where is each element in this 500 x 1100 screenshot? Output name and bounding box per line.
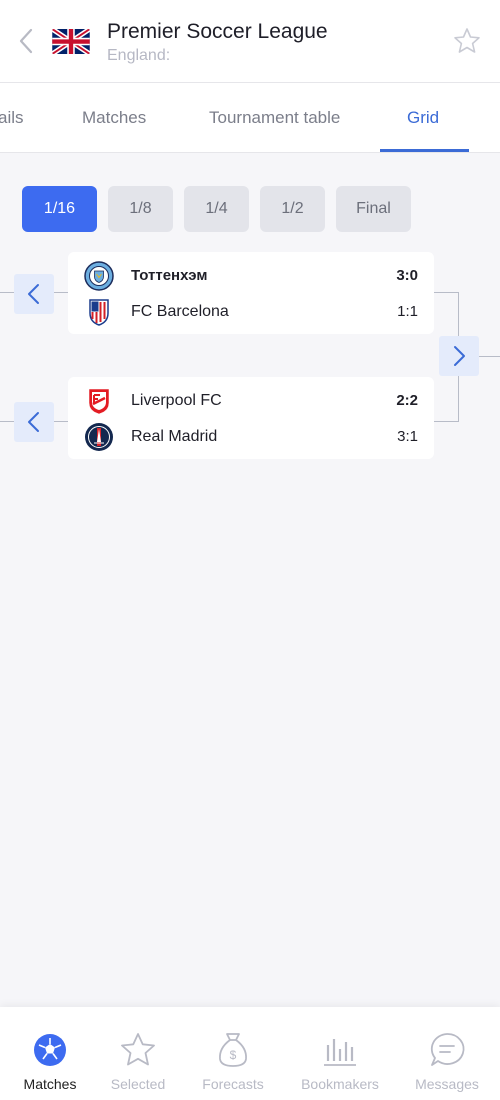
team-score: 3:0 — [396, 267, 418, 284]
bracket-line — [0, 421, 14, 422]
psg-logo-icon — [85, 423, 113, 451]
manchester-city-logo-icon — [84, 261, 114, 291]
svg-text:$: $ — [230, 1048, 237, 1062]
header: Premier Soccer League England: — [0, 0, 500, 83]
team-score: 1:1 — [397, 303, 418, 320]
favorite-star-icon[interactable] — [452, 26, 482, 56]
bracket-line — [54, 292, 68, 293]
bracket-line — [458, 376, 459, 422]
bottom-nav-forecasts[interactable]: $ Forecasts — [183, 1007, 283, 1100]
tab-bar: ails Matches Tournament table Grid — [0, 83, 500, 153]
team-row-home: Тоттенхэм 3:0 — [68, 261, 434, 291]
match-card[interactable]: Liverpool FC 2:2 Real Madrid 3:1 — [68, 377, 434, 459]
chevron-left-icon — [28, 412, 39, 432]
round-1-2-button[interactable]: 1/2 — [260, 186, 325, 232]
next-round-button[interactable] — [439, 336, 479, 376]
previous-round-button[interactable] — [14, 274, 54, 314]
bottom-nav-label: Selected — [110, 1076, 166, 1092]
bottom-nav-matches[interactable]: Matches — [0, 1007, 100, 1100]
team-name: Liverpool FC — [131, 392, 222, 409]
match-card[interactable]: Тоттенхэм 3:0 FC Barcelona 1:1 — [68, 252, 434, 334]
team-name: FC Barcelona — [131, 303, 229, 320]
tab-matches[interactable]: Matches — [82, 108, 146, 128]
round-1-4-button[interactable]: 1/4 — [184, 186, 249, 232]
bar-chart-icon — [324, 1039, 356, 1066]
chat-bubble-icon — [430, 1033, 465, 1066]
team-name: Тоттенхэм — [131, 267, 208, 284]
bracket-line — [54, 421, 68, 422]
team-score: 2:2 — [396, 392, 418, 409]
page-subtitle: England: — [107, 47, 171, 64]
bottom-nav-label: Messages — [415, 1076, 479, 1092]
tab-details[interactable]: ails — [0, 108, 24, 128]
team-row-away: Real Madrid 3:1 — [68, 422, 434, 452]
star-icon — [121, 1033, 155, 1066]
active-tab-indicator — [380, 149, 469, 152]
tab-grid[interactable]: Grid — [407, 108, 439, 128]
team-score: 3:1 — [397, 428, 418, 445]
team-name: Real Madrid — [131, 428, 218, 445]
bottom-nav-label: Matches — [23, 1076, 77, 1092]
team-row-home: Liverpool FC 2:2 — [68, 386, 434, 416]
bottom-nav-selected[interactable]: Selected — [88, 1007, 188, 1100]
round-1-16-button[interactable]: 1/16 — [22, 186, 97, 232]
bottom-nav-label: Bookmakers — [301, 1076, 379, 1092]
round-final-button[interactable]: Final — [336, 186, 411, 232]
previous-round-button[interactable] — [14, 402, 54, 442]
chevron-right-icon — [454, 346, 465, 366]
back-arrow-icon[interactable] — [14, 26, 38, 56]
fc-utrecht-logo-icon — [88, 388, 110, 415]
team-row-away: FC Barcelona 1:1 — [68, 297, 434, 327]
bracket-line — [434, 421, 459, 422]
money-bag-icon: $ — [219, 1033, 247, 1067]
tab-tournament-table[interactable]: Tournament table — [209, 108, 340, 128]
bottom-nav-label: Forecasts — [202, 1076, 264, 1092]
bottom-nav-messages[interactable]: Messages — [397, 1007, 497, 1100]
uk-flag-icon — [52, 29, 90, 54]
bracket-line — [479, 356, 500, 357]
bracket-line — [458, 292, 459, 336]
soccer-ball-icon — [34, 1034, 66, 1066]
atletico-madrid-logo-icon — [89, 299, 109, 326]
chevron-left-icon — [28, 284, 39, 304]
bottom-navigation: Matches Selected $ Forecasts Bookmakers … — [0, 1007, 500, 1100]
bottom-nav-bookmakers[interactable]: Bookmakers — [290, 1007, 390, 1100]
round-1-8-button[interactable]: 1/8 — [108, 186, 173, 232]
bracket-line — [0, 292, 14, 293]
page-title: Premier Soccer League — [107, 20, 328, 43]
bracket-line — [434, 292, 459, 293]
